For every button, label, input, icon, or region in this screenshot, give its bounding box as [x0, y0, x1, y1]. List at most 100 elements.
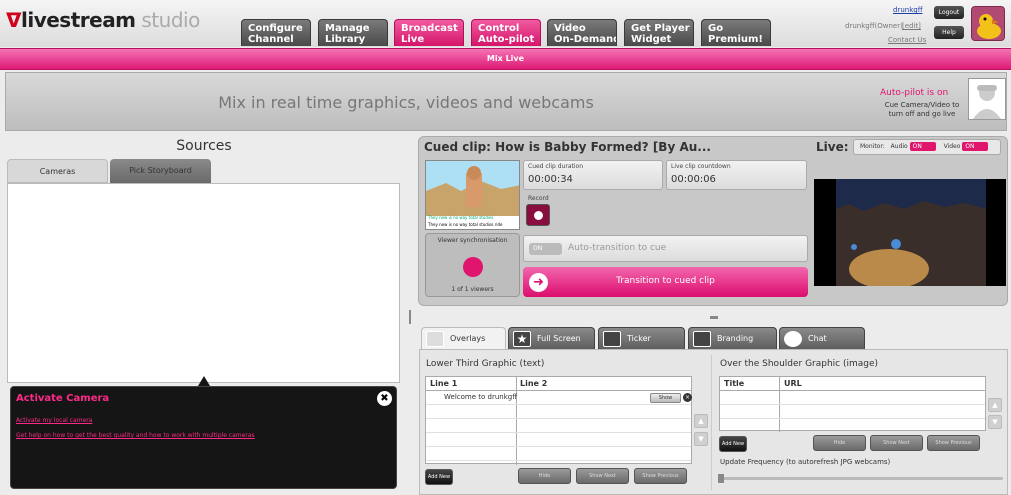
tab-chat[interactable]: Chat: [779, 327, 865, 349]
col-title: Title: [724, 379, 745, 388]
duck-avatar-icon: [972, 7, 1004, 40]
edit-link[interactable]: [edit]: [902, 22, 921, 30]
row-line1: Welcome to drunkgff: [444, 393, 518, 401]
lower-third-show-next-button[interactable]: Show Next: [576, 468, 629, 484]
video-toggle[interactable]: ON: [962, 142, 989, 151]
tab-overlays[interactable]: Overlays: [421, 327, 506, 349]
audio-label: Audio: [890, 143, 908, 150]
monitor-label: Monitor:: [860, 143, 885, 150]
logout-button[interactable]: Logout: [934, 6, 964, 19]
slider-handle[interactable]: [718, 474, 724, 483]
live-video-frame: [814, 179, 1006, 286]
video-label: Video: [943, 143, 961, 150]
clip-caption-top: They now is no way total studies: [428, 215, 494, 220]
move-up-icon[interactable]: ▲: [694, 414, 708, 428]
activate-local-camera-link[interactable]: Activate my local camera: [16, 417, 92, 424]
live-countdown-box: Live clip countdown 00:00:06: [666, 160, 807, 190]
cued-clip-title: Cued clip: How is Babby Formed? [By Au..…: [424, 140, 711, 154]
auto-transition-label: Auto-transition to cue: [568, 243, 667, 253]
username-link[interactable]: drunkgff: [893, 6, 923, 14]
cameras-panel: [7, 183, 400, 383]
autopilot-status: Auto-pilot is on: [880, 88, 949, 98]
user-role: drunkgff(Owner): [845, 22, 903, 30]
record-button[interactable]: [526, 204, 550, 226]
camera-help-link[interactable]: Get help on how to get the best quality …: [16, 432, 255, 439]
show-row-button[interactable]: Show: [650, 393, 681, 403]
col-line1: Line 1: [430, 379, 458, 388]
shoulder-hide-button[interactable]: Hide: [813, 435, 866, 451]
branding-icon: [693, 331, 711, 347]
logo-text: livestream: [20, 8, 136, 32]
logo-mark: ᐁ: [6, 8, 21, 32]
lower-third-show-previous-button[interactable]: Show Previous: [634, 468, 687, 484]
record-control: Record: [524, 195, 551, 228]
update-frequency-slider[interactable]: [718, 474, 1003, 483]
panel-divider: [711, 355, 712, 490]
nav-tab-broadcast-live[interactable]: Broadcast Live: [394, 19, 464, 46]
audio-toggle[interactable]: ON: [909, 142, 936, 151]
tab-cameras[interactable]: Cameras: [7, 159, 108, 183]
avatar[interactable]: [971, 6, 1005, 41]
record-dot-icon: [534, 211, 543, 220]
livestream-logo[interactable]: ᐁlivestream studio: [6, 8, 200, 32]
auto-transition-toggle[interactable]: ON: [529, 243, 562, 255]
table-row: [720, 391, 985, 405]
transition-button[interactable]: ➜ Transition to cued clip: [523, 267, 808, 297]
tab-ticker[interactable]: Ticker: [598, 327, 685, 349]
cued-duration-box: Cued clip duration 00:00:34: [523, 160, 663, 190]
viewer-sync-panel: Viewer synchronisation 1 of 1 viewers: [425, 233, 520, 297]
live-label: Live:: [816, 140, 849, 154]
help-button[interactable]: Help: [934, 26, 964, 39]
shoulder-table: Title URL: [719, 376, 986, 432]
autopilot-description: Cue Camera/Video to turn off and go live: [884, 101, 960, 118]
logo-sub-text: studio: [141, 8, 200, 32]
tab-full-screen[interactable]: ★ Full Screen: [508, 327, 595, 349]
nav-tab-manage-library[interactable]: Manage Library: [318, 19, 388, 46]
star-icon: ★: [513, 331, 531, 347]
shoulder-show-next-button[interactable]: Show Next: [870, 435, 923, 451]
tab-pick-storyboard[interactable]: Pick Storyboard: [110, 159, 211, 183]
table-row: [426, 405, 691, 419]
nav-tab-configure-channel[interactable]: Configure Channel: [241, 19, 311, 46]
col-line2: Line 2: [520, 379, 548, 388]
sync-button[interactable]: [463, 257, 483, 277]
nav-tab-video-on-demand[interactable]: Video On-Demand: [547, 19, 617, 46]
nav-tab-control-autopilot[interactable]: Control Auto-pilot: [471, 19, 541, 46]
col-url: URL: [784, 379, 802, 388]
live-countdown-value: 00:00:06: [671, 174, 716, 185]
table-row: [426, 447, 691, 461]
panel-splitter-horizontal[interactable]: [710, 316, 718, 319]
info-banner: Mix in real time graphics, videos and we…: [5, 72, 1007, 131]
record-label: Record: [528, 195, 549, 202]
panel-splitter-vertical[interactable]: [409, 310, 411, 324]
close-popup-button[interactable]: ✖: [377, 391, 392, 406]
update-frequency-label: Update Frequency (to autorefresh JPG web…: [720, 458, 891, 466]
shoulder-add-button[interactable]: Add New: [719, 436, 747, 452]
nav-tab-go-premium[interactable]: Go Premium!: [701, 19, 771, 46]
monitor-controls: Monitor: Audio ON Video ON: [853, 139, 1001, 155]
lower-third-hide-button[interactable]: Hide: [518, 468, 571, 484]
banner-message: Mix in real time graphics, videos and we…: [218, 93, 594, 112]
cued-clip-thumbnail[interactable]: They now is no way total studies They ne…: [425, 160, 520, 230]
shoulder-move-down-icon[interactable]: ▼: [988, 415, 1002, 429]
contact-us-link[interactable]: Contact Us: [888, 36, 926, 44]
delete-row-icon[interactable]: ×: [683, 393, 692, 402]
shoulder-title: Over the Shoulder Graphic (image): [720, 359, 879, 369]
subnav-mix-live[interactable]: Mix Live: [0, 54, 1011, 63]
autopilot-pilot-icon: [968, 78, 1006, 120]
ticker-icon: [603, 331, 621, 347]
subnav-bar: Mix Live: [0, 48, 1011, 70]
table-header: Title URL: [720, 377, 985, 391]
shoulder-show-previous-button[interactable]: Show Previous: [927, 435, 980, 451]
table-row: [720, 405, 985, 419]
shoulder-move-up-icon[interactable]: ▲: [988, 398, 1002, 412]
lower-third-add-button[interactable]: Add New: [425, 469, 453, 485]
table-row: [426, 419, 691, 433]
nav-tab-get-player-widget[interactable]: Get Player Widget: [624, 19, 694, 46]
move-down-icon[interactable]: ▼: [694, 432, 708, 446]
live-video-preview: [814, 179, 1006, 286]
tab-branding[interactable]: Branding: [688, 327, 777, 349]
popup-pointer: [198, 376, 210, 386]
activate-camera-title: Activate Camera: [16, 393, 110, 404]
clip-caption-sub: They new is no way total studios ride: [428, 222, 503, 227]
